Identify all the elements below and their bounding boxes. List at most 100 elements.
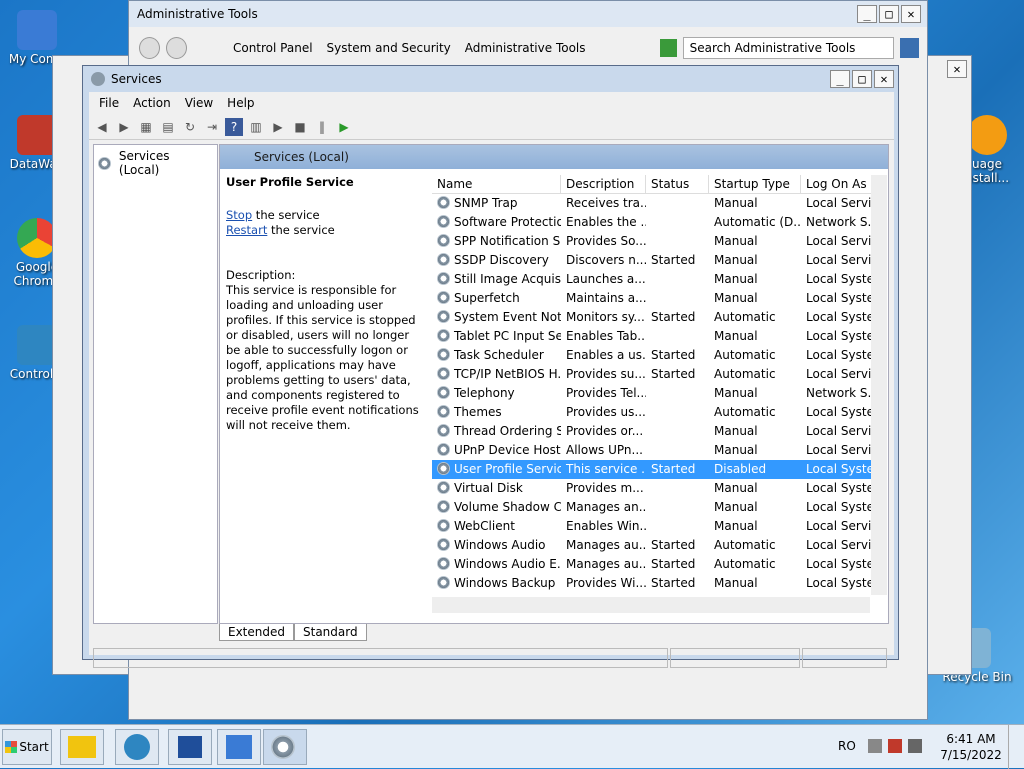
column-log-on-as[interactable]: Log On As: [801, 175, 873, 193]
table-row[interactable]: Software Protection Enables the ... Automa…: [432, 213, 887, 232]
column-startup-type[interactable]: Startup Type: [709, 175, 801, 193]
taskbar-media[interactable]: [115, 729, 159, 765]
table-row[interactable]: Tablet PC Input Se... Enables Tab... Manua…: [432, 327, 887, 346]
back-arrow-icon[interactable]: ◀: [93, 118, 111, 136]
table-cell: Local Syste.: [806, 272, 873, 286]
table-row[interactable]: TCP/IP NetBIOS H... Provides su... Started…: [432, 365, 887, 384]
table-row[interactable]: Task Scheduler Enables a us... Started Auto…: [432, 346, 887, 365]
close-icon[interactable]: ✕: [874, 70, 894, 88]
show-desktop-button[interactable]: [1008, 725, 1024, 769]
pane-header: Services (Local): [220, 145, 888, 169]
column-description[interactable]: Description: [561, 175, 646, 193]
refresh-icon[interactable]: [659, 39, 677, 57]
tab-extended[interactable]: Extended: [219, 624, 294, 641]
description-label: Description:: [226, 268, 296, 282]
clock[interactable]: 6:41 AM 7/15/2022: [940, 731, 1002, 763]
menu-help[interactable]: Help: [221, 96, 260, 110]
gear-icon: [271, 735, 295, 759]
taskbar-control-panel[interactable]: [217, 729, 261, 765]
table-row[interactable]: Themes Provides us... Automatic Local Syste…: [432, 403, 887, 422]
table-row[interactable]: Volume Shadow C... Manages an... Manual Loc…: [432, 498, 887, 517]
table-cell: Local Servic: [806, 234, 873, 248]
maximize-icon[interactable]: □: [852, 70, 872, 88]
gear-icon: [437, 329, 450, 342]
breadcrumb-control-panel[interactable]: Control Panel: [233, 41, 313, 55]
language-indicator[interactable]: RO: [838, 739, 856, 753]
table-cell: Provides su...: [566, 367, 646, 381]
table-row[interactable]: Windows Audio E... Manages au... Started Au…: [432, 555, 887, 574]
menu-file[interactable]: File: [93, 96, 125, 110]
pause-icon[interactable]: ‖: [313, 118, 331, 136]
search-icon[interactable]: [900, 38, 919, 58]
breadcrumb-admin-tools[interactable]: Administrative Tools: [465, 41, 586, 55]
table-cell: Manual: [714, 329, 758, 343]
close-icon[interactable]: ✕: [947, 60, 967, 78]
table-cell: TCP/IP NetBIOS H...: [432, 365, 561, 384]
flag-icon[interactable]: [888, 739, 902, 753]
gear-icon: [437, 291, 450, 304]
forward-icon[interactable]: [165, 37, 187, 59]
column-status[interactable]: Status: [646, 175, 709, 193]
table-row[interactable]: Still Image Acquisi... Launches a... Manua…: [432, 270, 887, 289]
search-input[interactable]: Search Administrative Tools: [682, 37, 895, 59]
refresh-icon[interactable]: ↻: [181, 118, 199, 136]
minimize-icon[interactable]: _: [857, 5, 877, 23]
forward-arrow-icon[interactable]: ▶: [115, 118, 133, 136]
stop-link[interactable]: Stop: [226, 208, 252, 222]
monitor-icon: [178, 736, 202, 758]
table-cell: Volume Shadow C...: [432, 498, 561, 517]
view-icon[interactable]: ▥: [247, 118, 265, 136]
table-cell: UPnP Device Host: [432, 441, 561, 460]
table-row[interactable]: User Profile Service This service ... Star…: [432, 460, 887, 479]
help-icon[interactable]: ?: [225, 117, 243, 136]
minimize-icon[interactable]: _: [830, 70, 850, 88]
table-row[interactable]: Windows Backup Provides Wi... Started Manua…: [432, 574, 887, 593]
table-row[interactable]: SSDP Discovery Discovers n... Started Manua…: [432, 251, 887, 270]
table-cell: WebClient: [432, 517, 561, 536]
volume-icon[interactable]: [908, 739, 922, 753]
console-tree-icon[interactable]: ▦: [137, 118, 155, 136]
table-row[interactable]: System Event Noti... Monitors sy... Starte…: [432, 308, 887, 327]
maximize-icon[interactable]: □: [879, 5, 899, 23]
table-row[interactable]: Telephony Provides Tel... Manual Network S.…: [432, 384, 887, 403]
tab-standard[interactable]: Standard: [294, 624, 367, 641]
table-cell: Local Syste.: [806, 500, 873, 514]
taskbar-services[interactable]: [263, 729, 307, 765]
play-icon[interactable]: ▶: [269, 118, 287, 136]
column-name[interactable]: Name: [432, 175, 561, 193]
table-row[interactable]: Virtual Disk Provides m... Manual Local Sys…: [432, 479, 887, 498]
table-cell: Automatic: [714, 367, 776, 381]
network-icon[interactable]: [868, 739, 882, 753]
status-bar: [93, 648, 893, 670]
export-icon[interactable]: ⇥: [203, 118, 221, 136]
table-row[interactable]: Superfetch Maintains a... Manual Local Syst…: [432, 289, 887, 308]
back-icon[interactable]: [139, 37, 160, 59]
table-cell: User Profile Service: [432, 460, 561, 479]
taskbar-app[interactable]: [168, 729, 212, 765]
properties-icon[interactable]: ▤: [159, 118, 177, 136]
table-cell: [646, 384, 709, 403]
vertical-scrollbar[interactable]: [871, 175, 887, 595]
breadcrumb-system-security[interactable]: System and Security: [327, 41, 451, 55]
table-cell: Local Syste.: [806, 557, 873, 571]
breadcrumb[interactable]: Control Panel System and Security Admini…: [193, 41, 594, 55]
horizontal-scrollbar[interactable]: [432, 597, 870, 613]
table-cell: Local Servic: [806, 538, 873, 552]
menu-view[interactable]: View: [179, 96, 219, 110]
close-icon[interactable]: ✕: [901, 5, 921, 23]
table-row[interactable]: UPnP Device Host Allows UPn... Manual Local…: [432, 441, 887, 460]
taskbar-explorer[interactable]: [60, 729, 104, 765]
restart-icon[interactable]: ▶: [335, 118, 353, 136]
table-row[interactable]: Thread Ordering S... Provides or... Manual…: [432, 422, 887, 441]
stop-icon[interactable]: ■: [291, 118, 309, 136]
table-row[interactable]: WebClient Enables Win... Manual Local Servi…: [432, 517, 887, 536]
table-row[interactable]: SNMP Trap Receives tra... Manual Local Serv…: [432, 194, 887, 213]
table-row[interactable]: Windows Audio Manages au... Started Automat…: [432, 536, 887, 555]
menu-action[interactable]: Action: [127, 96, 177, 110]
restart-link[interactable]: Restart: [226, 223, 267, 237]
table-cell: Manual: [714, 272, 758, 286]
table-cell: Started: [651, 538, 696, 552]
table-row[interactable]: SPP Notification S... Provides So... Manua…: [432, 232, 887, 251]
tree-item-services-local[interactable]: Services (Local): [94, 145, 217, 181]
start-button[interactable]: Start: [2, 729, 52, 765]
